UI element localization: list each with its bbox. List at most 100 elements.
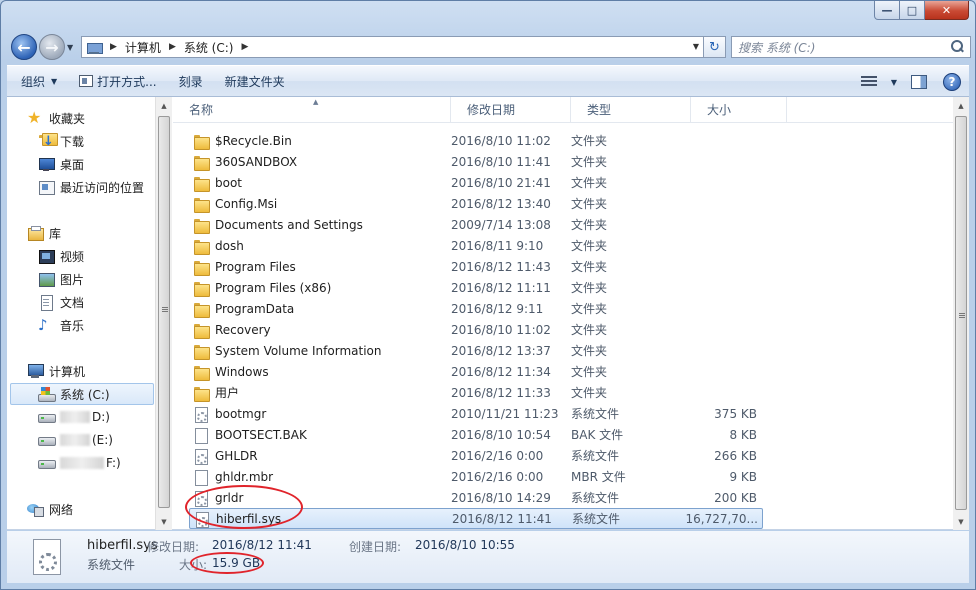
file-type: 文件夹 — [571, 386, 608, 400]
file-type: 文件夹 — [571, 155, 608, 169]
forward-button[interactable]: → — [39, 34, 65, 60]
column-header-modified[interactable]: 修改日期 — [451, 97, 571, 123]
table-row[interactable]: Windows 2016/8/12 11:34 文件夹 — [189, 361, 763, 382]
table-row[interactable]: boot 2016/8/10 21:41 文件夹 — [189, 172, 763, 193]
nav-music[interactable]: ♪ 音乐 — [38, 314, 84, 336]
table-row[interactable]: $Recycle.Bin 2016/8/10 11:02 文件夹 — [189, 130, 763, 151]
chevron-right-icon[interactable]: ▶ — [169, 42, 176, 52]
nav-recent[interactable]: 最近访问的位置 — [38, 176, 144, 198]
details-modified-label: 修改日期: — [147, 540, 200, 554]
folder-icon — [193, 364, 210, 381]
navigation-pane: ★ 收藏夹 下载 桌面 最近访问的位置 库 视频 — [7, 97, 155, 530]
close-button[interactable]: ✕ — [925, 1, 969, 20]
file-name: grldr — [215, 490, 244, 505]
file-size: 266 KB — [714, 448, 757, 463]
nav-libraries[interactable]: 库 — [27, 222, 61, 244]
nav-computer[interactable]: 计算机 — [27, 360, 85, 382]
table-row[interactable]: Config.Msi 2016/8/12 13:40 文件夹 — [189, 193, 763, 214]
new-folder-button[interactable]: 新建文件夹 — [217, 69, 293, 93]
view-dropdown-icon[interactable]: ▼ — [891, 78, 897, 87]
scrollbar-thumb[interactable] — [955, 116, 967, 510]
minimize-button[interactable]: — — [874, 1, 900, 20]
folder-icon — [193, 322, 210, 339]
scrollbar-thumb[interactable] — [158, 116, 170, 508]
nav-drive-e[interactable]: (E:) — [38, 429, 113, 451]
file-type: 系统文件 — [571, 449, 620, 463]
table-row[interactable]: grldr 2016/8/10 14:29 系统文件 200 KB — [189, 487, 763, 508]
folder-icon — [193, 301, 210, 318]
table-row[interactable]: ProgramData 2016/8/12 9:11 文件夹 — [189, 298, 763, 319]
table-row[interactable]: bootmgr 2010/11/21 11:23 系统文件 375 KB — [189, 403, 763, 424]
view-options-icon[interactable] — [860, 76, 877, 88]
table-row[interactable]: ghldr.mbr 2016/2/16 0:00 MBR 文件 9 KB — [189, 466, 763, 487]
nav-desktop[interactable]: 桌面 — [38, 153, 84, 175]
chevron-right-icon[interactable]: ▶ — [241, 42, 248, 52]
table-row[interactable]: dosh 2016/8/11 9:10 文件夹 — [189, 235, 763, 256]
nav-drive-f-label: F:) — [106, 456, 121, 470]
nav-music-label: 音乐 — [60, 318, 85, 333]
table-row[interactable]: 360SANDBOX 2016/8/10 11:41 文件夹 — [189, 151, 763, 172]
nav-drive-c[interactable]: 系统 (C:) — [10, 383, 154, 405]
column-header-type[interactable]: 类型 — [571, 97, 691, 123]
file-date: 2016/8/12 9:11 — [451, 301, 544, 316]
burn-button[interactable]: 刻录 — [171, 69, 211, 93]
organize-button[interactable]: 组织 ▼ — [13, 69, 65, 93]
search-input[interactable]: 搜索 系统 (C:) — [731, 36, 971, 58]
scroll-down-icon[interactable]: ▼ — [953, 513, 969, 530]
table-row[interactable]: Recovery 2016/8/10 11:02 文件夹 — [189, 319, 763, 340]
refresh-button[interactable]: ↻ — [704, 36, 726, 58]
help-icon[interactable]: ? — [943, 73, 961, 91]
scroll-down-icon[interactable]: ▼ — [156, 513, 172, 530]
table-row[interactable]: Program Files 2016/8/12 11:43 文件夹 — [189, 256, 763, 277]
caption-buttons: — □ ✕ — [874, 1, 969, 21]
table-row[interactable]: System Volume Information 2016/8/12 13:37… — [189, 340, 763, 361]
folder-icon — [193, 217, 210, 234]
column-header-name[interactable]: ▲ 名称 — [173, 97, 451, 123]
nav-videos[interactable]: 视频 — [38, 245, 84, 267]
open-with-label: 打开方式... — [97, 74, 157, 89]
file-date: 2016/8/10 11:02 — [451, 322, 551, 337]
nav-drive-d[interactable]: D:) — [38, 406, 110, 428]
table-row[interactable]: 用户 2016/8/12 11:33 文件夹 — [189, 382, 763, 403]
table-row[interactable]: Program Files (x86) 2016/8/12 11:11 文件夹 — [189, 277, 763, 298]
folder-icon — [193, 154, 210, 171]
nav-desktop-label: 桌面 — [60, 157, 85, 172]
address-dropdown-icon[interactable]: ▼ — [693, 42, 699, 51]
system-file-icon — [193, 406, 209, 423]
back-button[interactable]: ← — [11, 34, 37, 60]
nav-documents[interactable]: 文档 — [38, 291, 84, 313]
maximize-button[interactable]: □ — [900, 1, 925, 20]
file-size: 8 KB — [729, 427, 757, 442]
file-date: 2010/11/21 11:23 — [451, 406, 559, 421]
breadcrumb-drive-c[interactable]: 系统 (C:) — [184, 39, 234, 56]
preview-pane-icon[interactable] — [911, 75, 927, 89]
file-name-cell: grldr — [189, 490, 444, 507]
file-date: 2016/8/12 13:37 — [451, 343, 551, 358]
nav-network[interactable]: 网络 — [27, 498, 73, 520]
breadcrumb-computer[interactable]: 计算机 — [125, 39, 161, 56]
file-name: Program Files — [215, 259, 296, 274]
search-icon[interactable] — [950, 40, 964, 54]
address-bar[interactable]: ▶ 计算机 ▶ 系统 (C:) ▶ ▼ — [81, 36, 704, 58]
open-with-button[interactable]: 打开方式... — [71, 69, 164, 93]
navigation-scrollbar[interactable]: ▲ ▼ — [155, 97, 172, 530]
table-row[interactable]: GHLDR 2016/2/16 0:00 系统文件 266 KB — [189, 445, 763, 466]
system-file-icon — [193, 490, 209, 507]
nav-downloads[interactable]: 下载 — [38, 130, 84, 152]
system-file-icon — [193, 448, 209, 465]
nav-pictures[interactable]: 图片 — [38, 268, 84, 290]
column-header-size[interactable]: 大小 — [691, 97, 787, 123]
chevron-right-icon[interactable]: ▶ — [110, 42, 117, 52]
nav-drive-f[interactable]: F:) — [38, 452, 121, 474]
nav-favorites[interactable]: ★ 收藏夹 — [27, 107, 85, 129]
table-row[interactable]: BOOTSECT.BAK 2016/8/10 10:54 BAK 文件 8 KB — [189, 424, 763, 445]
table-row[interactable]: hiberfil.sys 2016/8/12 11:41 系统文件 16,727,70… — [189, 508, 763, 529]
file-type: 系统文件 — [571, 491, 620, 505]
recent-pages-dropdown[interactable]: ▼ — [67, 43, 73, 52]
table-row[interactable]: Documents and Settings 2009/7/14 13:08 文件夹 — [189, 214, 763, 235]
file-list-scrollbar[interactable]: ▲ ▼ — [953, 97, 969, 530]
scroll-up-icon[interactable]: ▲ — [156, 97, 172, 114]
column-name-label: 名称 — [189, 103, 214, 117]
scroll-up-icon[interactable]: ▲ — [953, 97, 969, 114]
file-type: MBR 文件 — [571, 470, 626, 484]
